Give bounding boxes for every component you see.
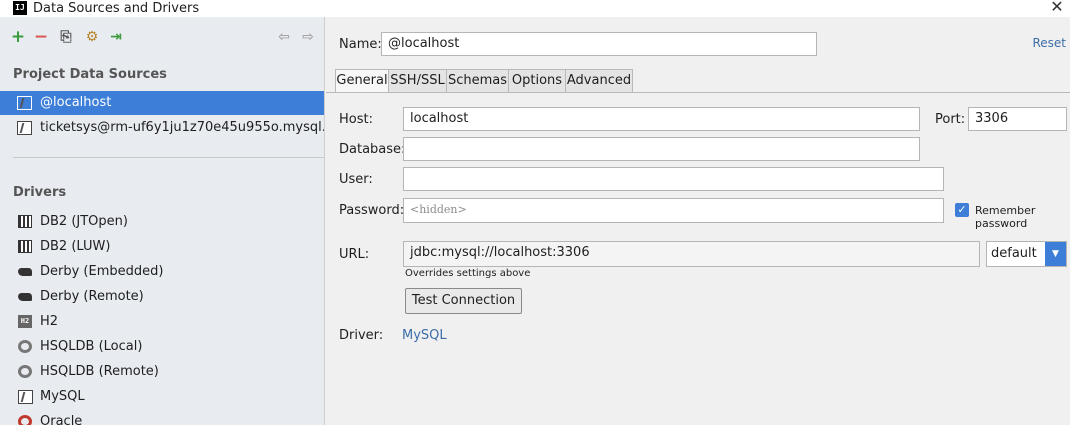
- test-connection-button[interactable]: Test Connection: [405, 288, 522, 314]
- h2-icon: H2: [18, 315, 32, 328]
- remove-icon[interactable]: −: [33, 29, 49, 46]
- sidebar-toolbar: + − ⎘ ⚙ ⇥ ⇦ ⇨: [0, 17, 324, 57]
- driver-label: Driver:: [339, 328, 384, 343]
- db2-icon: [18, 240, 32, 253]
- driver-item[interactable]: DB2 (JTOpen): [0, 209, 324, 234]
- tab-ssh-ssl[interactable]: SSH/SSL: [389, 69, 447, 93]
- driver-item[interactable]: HSQLDB (Local): [0, 334, 324, 359]
- data-source-settings: Name: @localhost Reset General SSH/SSL S…: [326, 17, 1070, 425]
- database-input[interactable]: [403, 137, 920, 161]
- title-bar: IJ Data Sources and Drivers ✕: [0, 0, 1070, 17]
- driver-item[interactable]: Oracle: [0, 409, 324, 425]
- oracle-icon: [18, 415, 32, 425]
- name-input[interactable]: @localhost: [381, 32, 817, 56]
- copy-icon[interactable]: ⎘: [58, 29, 74, 45]
- remember-password-label: Remember password: [975, 204, 1036, 230]
- password-input[interactable]: <hidden>: [403, 198, 944, 223]
- driver-label: DB2 (JTOpen): [40, 214, 128, 229]
- data-source-label: ticketsys@rm-uf6y1ju1z70e45u955o.mysql.r…: [40, 120, 324, 135]
- driver-label: Derby (Remote): [40, 289, 144, 304]
- host-input[interactable]: localhost: [403, 107, 920, 131]
- driver-label: DB2 (LUW): [40, 239, 111, 254]
- mysql-icon: [17, 121, 32, 135]
- database-label: Database:: [339, 142, 406, 157]
- import-icon[interactable]: ⇥: [108, 29, 124, 45]
- data-source-label: @localhost: [40, 95, 112, 110]
- driver-link[interactable]: MySQL: [402, 328, 447, 343]
- tab-schemas[interactable]: Schemas: [447, 69, 509, 93]
- driver-item[interactable]: HSQLDB (Remote): [0, 359, 324, 384]
- tab-general[interactable]: General: [335, 69, 389, 93]
- driver-settings-icon[interactable]: ⚙: [84, 29, 100, 45]
- driver-label: Derby (Embedded): [40, 264, 164, 279]
- tab-options[interactable]: Options: [509, 69, 566, 93]
- db2-icon: [18, 215, 32, 228]
- drivers-heading: Drivers: [13, 185, 67, 200]
- user-label: User:: [339, 172, 373, 187]
- back-arrow-icon[interactable]: ⇦: [276, 29, 292, 45]
- port-label: Port:: [935, 112, 966, 127]
- port-input[interactable]: 3306: [968, 107, 1067, 131]
- driver-item[interactable]: H2 H2: [0, 309, 324, 334]
- data-sources-sidebar: + − ⎘ ⚙ ⇥ ⇦ ⇨ Project Data Sources @loca…: [0, 17, 325, 425]
- tab-advanced[interactable]: Advanced: [566, 69, 633, 93]
- driver-item[interactable]: DB2 (LUW): [0, 234, 324, 259]
- user-input[interactable]: [403, 167, 944, 191]
- reset-link[interactable]: Reset: [1032, 36, 1066, 50]
- driver-label: HSQLDB (Remote): [40, 364, 159, 379]
- url-input[interactable]: jdbc:mysql://localhost:3306: [403, 241, 980, 267]
- driver-item[interactable]: Derby (Embedded): [0, 259, 324, 284]
- password-label: Password:: [339, 203, 405, 218]
- url-mode-value: default: [991, 246, 1037, 261]
- driver-label: Oracle: [40, 414, 83, 425]
- driver-label: MySQL: [40, 389, 85, 404]
- forward-arrow-icon[interactable]: ⇨: [300, 29, 316, 45]
- derby-icon: [18, 268, 32, 276]
- host-label: Host:: [339, 112, 373, 127]
- mysql-icon: [18, 390, 33, 404]
- add-icon[interactable]: +: [10, 29, 26, 46]
- hsqldb-icon: [18, 340, 32, 353]
- divider: [13, 157, 324, 158]
- hsqldb-icon: [18, 365, 32, 378]
- close-icon[interactable]: ✕: [1048, 0, 1066, 16]
- password-placeholder: <hidden>: [410, 203, 467, 216]
- remember-password-checkbox[interactable]: ✓: [955, 203, 969, 217]
- project-data-sources-heading: Project Data Sources: [13, 67, 167, 82]
- url-label: URL:: [339, 247, 370, 262]
- tab-divider: [326, 92, 1070, 93]
- overrides-hint: Overrides settings above: [405, 268, 531, 279]
- driver-item[interactable]: Derby (Remote): [0, 284, 324, 309]
- driver-label: H2: [40, 314, 59, 329]
- driver-item[interactable]: MySQL: [0, 384, 324, 409]
- chevron-down-icon: ▼: [1045, 242, 1066, 266]
- intellij-app-icon: IJ: [13, 1, 27, 15]
- window-title: Data Sources and Drivers: [33, 1, 200, 16]
- data-source-item[interactable]: @localhost: [0, 91, 324, 115]
- data-source-item[interactable]: ticketsys@rm-uf6y1ju1z70e45u955o.mysql.r…: [0, 116, 324, 140]
- url-mode-select[interactable]: default ▼: [986, 241, 1067, 267]
- name-label: Name:: [339, 37, 382, 52]
- derby-icon: [18, 293, 32, 301]
- driver-label: HSQLDB (Local): [40, 339, 143, 354]
- mysql-icon: [17, 96, 32, 110]
